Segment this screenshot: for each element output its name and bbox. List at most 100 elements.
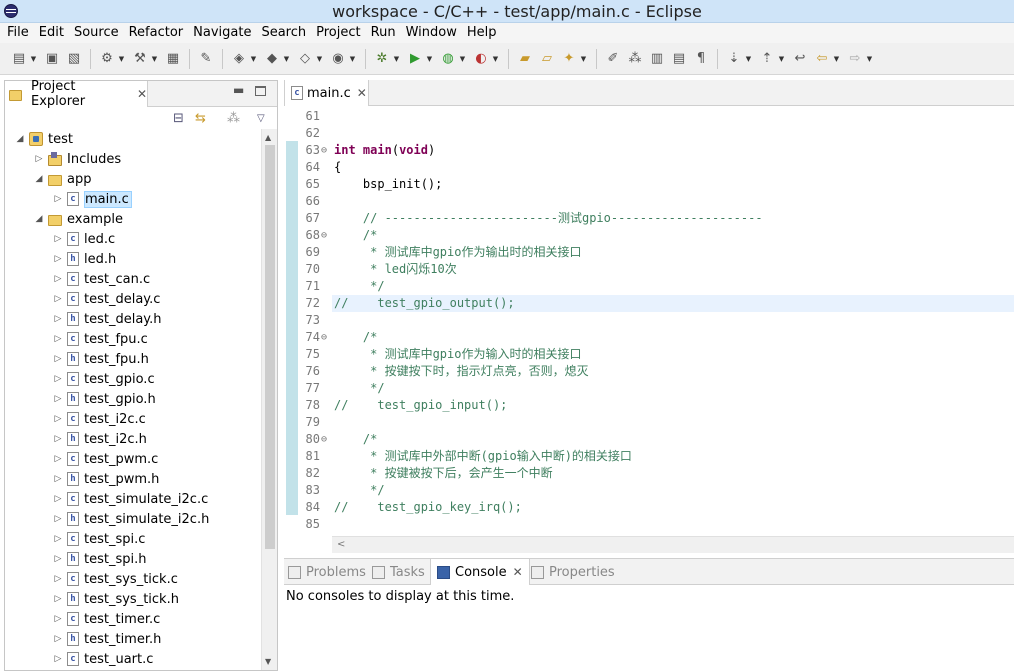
tree-item[interactable]: ▷ c test_spi.c [53, 529, 146, 549]
tree-item[interactable]: ▷ c test_can.c [53, 269, 151, 289]
whitespace-icon[interactable]: ¶ [692, 50, 710, 68]
menu-run[interactable]: Run [366, 23, 401, 43]
build-dropdown[interactable]: ▼ [151, 50, 158, 68]
menu-source[interactable]: Source [69, 23, 124, 43]
tab-properties[interactable]: Properties [531, 559, 615, 585]
editor-horizontal-scrollbar[interactable]: < [332, 536, 1014, 553]
menu-refactor[interactable]: Refactor [124, 23, 189, 43]
collapsed-triangle-icon[interactable]: ▷ [53, 314, 63, 324]
tree-item[interactable]: ▷ c test_delay.c [53, 289, 161, 309]
collapsed-triangle-icon[interactable]: ▷ [53, 194, 63, 204]
menu-navigate[interactable]: Navigate [188, 23, 256, 43]
external-tools-dropdown[interactable]: ▼ [492, 50, 499, 68]
menu-window[interactable]: Window [401, 23, 462, 43]
tree-item[interactable]: ◢ test [15, 129, 73, 149]
collapsed-triangle-icon[interactable]: ▷ [53, 634, 63, 644]
new-folder-icon[interactable]: ◆ [263, 50, 281, 68]
prev-annotation-dropdown[interactable]: ▼ [778, 50, 785, 68]
debug-bug-icon[interactable]: ✲ [373, 50, 391, 68]
new-dropdown[interactable]: ▼ [30, 50, 37, 68]
prev-annotation-icon[interactable]: ⇡ [758, 50, 776, 68]
build-config-dropdown[interactable]: ▼ [118, 50, 125, 68]
run-dropdown[interactable]: ▼ [426, 50, 433, 68]
minimize-icon[interactable]: ▬ [233, 83, 244, 97]
tree-item[interactable]: ▷ h led.h [53, 249, 117, 269]
tree-item[interactable]: ◢ example [34, 209, 123, 229]
collapsed-triangle-icon[interactable]: ▷ [53, 574, 63, 584]
link-with-editor-icon[interactable]: ⇆ [195, 111, 206, 126]
tree-item[interactable]: ▷ h test_spi.h [53, 549, 147, 569]
new-class-dropdown[interactable]: ▼ [250, 50, 257, 68]
tab-main-c[interactable]: c main.c ✕ [284, 80, 369, 106]
tree-item[interactable]: ▷ c test_timer.c [53, 609, 161, 629]
collapsed-triangle-icon[interactable]: ▷ [53, 434, 63, 444]
word-wrap-icon[interactable]: ▤ [670, 50, 688, 68]
menu-project[interactable]: Project [311, 23, 365, 43]
menu-edit[interactable]: Edit [34, 23, 69, 43]
search-dropdown[interactable]: ▼ [580, 50, 587, 68]
tab-project-explorer[interactable]: Project Explorer ✕ [5, 79, 148, 109]
scroll-up-icon[interactable]: ▲ [265, 133, 271, 142]
menu-file[interactable]: File [2, 23, 34, 43]
new-source-dropdown[interactable]: ▼ [316, 50, 323, 68]
open-type-icon[interactable]: ◉ [329, 50, 347, 68]
collapsed-triangle-icon[interactable]: ▷ [53, 394, 63, 404]
close-icon[interactable]: ✕ [357, 86, 367, 100]
annotation-icon[interactable]: ⁂ [626, 50, 644, 68]
coverage-icon[interactable]: ◍ [439, 50, 457, 68]
tree-item[interactable]: ▷ c test_uart.c [53, 649, 154, 669]
collapsed-triangle-icon[interactable]: ▷ [53, 494, 63, 504]
block-selection-icon[interactable]: ▥ [648, 50, 666, 68]
close-icon[interactable]: ✕ [137, 87, 147, 101]
save-all-icon[interactable]: ▧ [65, 50, 83, 68]
back-dropdown[interactable]: ▼ [833, 50, 840, 68]
tree-item[interactable]: ▷ c test_simulate_i2c.c [53, 489, 209, 509]
menu-help[interactable]: Help [462, 23, 502, 43]
new-source-icon[interactable]: ◇ [296, 50, 314, 68]
collapsed-triangle-icon[interactable]: ▷ [53, 274, 63, 284]
tree-item[interactable]: ▷ Includes [34, 149, 121, 169]
debug-dropdown[interactable]: ▼ [393, 50, 400, 68]
collapsed-triangle-icon[interactable]: ▷ [53, 374, 63, 384]
fold-toggle-icon[interactable]: ⊖ [321, 431, 331, 448]
tab-tasks[interactable]: Tasks [372, 559, 425, 585]
expanded-triangle-icon[interactable]: ◢ [34, 174, 44, 184]
run-icon[interactable]: ▶ [406, 50, 424, 68]
collapsed-triangle-icon[interactable]: ▷ [53, 534, 63, 544]
collapsed-triangle-icon[interactable]: ▷ [53, 354, 63, 364]
next-annotation-icon[interactable]: ⇣ [725, 50, 743, 68]
last-edit-icon[interactable]: ↩ [791, 50, 809, 68]
tree-item[interactable]: ▷ h test_simulate_i2c.h [53, 509, 210, 529]
open-type-dropdown[interactable]: ▼ [349, 50, 356, 68]
menu-search[interactable]: Search [256, 23, 311, 43]
fold-toggle-icon[interactable]: ⊖ [321, 329, 331, 346]
pencil-icon[interactable]: ✐ [604, 50, 622, 68]
tree-item[interactable]: ▷ h test_pwm.h [53, 469, 160, 489]
new-folder-dropdown[interactable]: ▼ [283, 50, 290, 68]
collapsed-triangle-icon[interactable]: ▷ [53, 614, 63, 624]
scroll-left-icon[interactable]: < [337, 539, 345, 550]
save-icon[interactable]: ▣ [43, 50, 61, 68]
tree-item[interactable]: ▷ c led.c [53, 229, 116, 249]
fold-toggle-icon[interactable]: ⊖ [321, 142, 331, 159]
collapsed-triangle-icon[interactable]: ▷ [53, 554, 63, 564]
tree-item[interactable]: ▷ h test_sys_tick.h [53, 589, 179, 609]
maximize-icon[interactable] [255, 86, 266, 96]
code-text-area[interactable]: 61 62 63 ⊖ int main(void) 64{65 bsp_init(); 66… [284, 107, 1014, 536]
tree-item[interactable]: ▷ h test_timer.h [53, 629, 162, 649]
collapsed-triangle-icon[interactable]: ▷ [53, 654, 63, 664]
explorer-vertical-scrollbar[interactable]: ▲ ▼ [261, 129, 277, 670]
collapsed-triangle-icon[interactable]: ▷ [53, 294, 63, 304]
scroll-down-icon[interactable]: ▼ [265, 657, 271, 666]
tree-item[interactable]: ▷ c test_sys_tick.c [53, 569, 178, 589]
next-annotation-dropdown[interactable]: ▼ [745, 50, 752, 68]
external-tools-icon[interactable]: ◐ [472, 50, 490, 68]
collapsed-triangle-icon[interactable]: ▷ [53, 454, 63, 464]
tree-item[interactable]: ▷ c test_pwm.c [53, 449, 159, 469]
tab-console[interactable]: Console ✕ [430, 559, 530, 585]
filters-icon[interactable]: ⁂ [227, 111, 240, 126]
scrollbar-thumb[interactable] [265, 145, 275, 549]
tree-item[interactable]: ▷ c test_fpu.c [53, 329, 148, 349]
collapsed-triangle-icon[interactable]: ▷ [53, 234, 63, 244]
tree-item[interactable]: ▷ c main.c [53, 189, 132, 209]
